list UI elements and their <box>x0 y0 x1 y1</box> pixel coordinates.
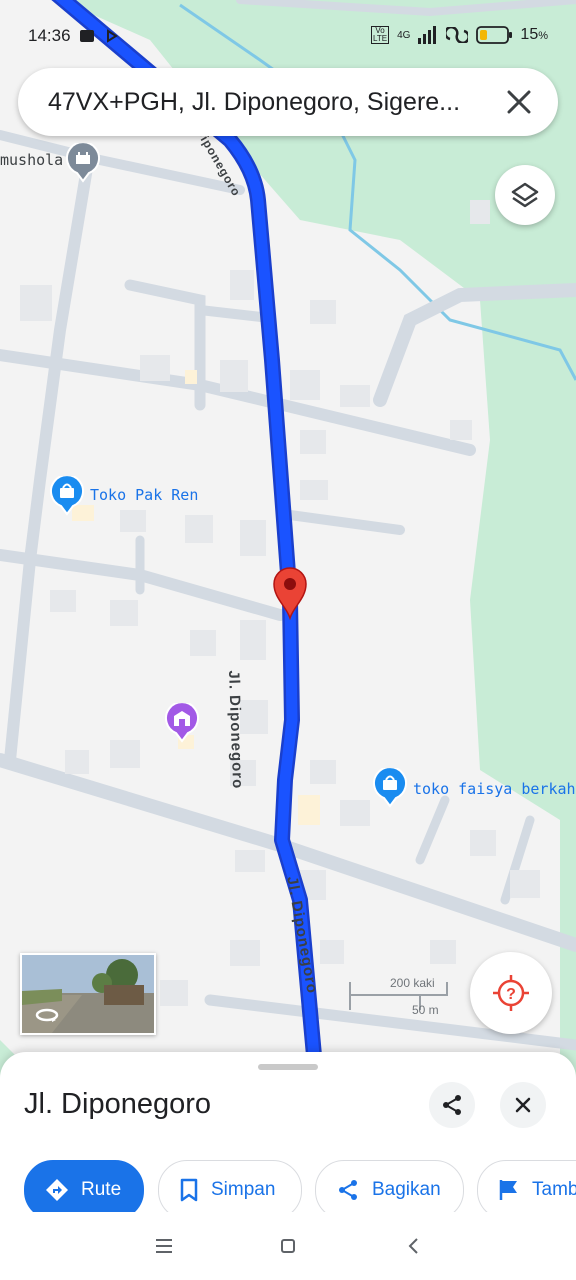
battery-icon <box>476 26 513 44</box>
place-label: toko faisya berkah <box>413 780 576 798</box>
back-chevron-icon <box>408 1238 418 1254</box>
search-query[interactable]: 47VX+PGH, Jl. Diponegoro, Sigere... <box>48 88 478 117</box>
place-mushola[interactable]: mushola <box>0 143 100 183</box>
store-icon <box>165 701 199 743</box>
system-nav-bar <box>0 1212 576 1280</box>
share-label: Bagikan <box>372 1179 441 1200</box>
home-button[interactable] <box>276 1234 300 1258</box>
bookmark-icon <box>180 1178 198 1202</box>
save-label: Simpan <box>211 1179 276 1200</box>
share-chip-button[interactable]: Bagikan <box>315 1160 464 1220</box>
scale-feet: 200 kaki <box>390 976 435 990</box>
recent-apps-button[interactable] <box>152 1234 176 1258</box>
action-chips: Rute Simpan Bagikan Tamb <box>24 1160 576 1220</box>
my-location-button[interactable]: ? <box>470 952 552 1034</box>
flag-icon <box>499 1180 517 1200</box>
shopping-bag-icon <box>373 768 407 808</box>
hotspot-icon <box>446 27 469 43</box>
search-bar[interactable]: 47VX+PGH, Jl. Diponegoro, Sigere... <box>18 68 558 136</box>
save-button[interactable]: Simpan <box>158 1160 302 1220</box>
close-icon[interactable] <box>502 85 536 119</box>
directions-button[interactable]: Rute <box>24 1160 144 1220</box>
back-button[interactable] <box>402 1234 426 1258</box>
status-indicators: Vo LTE 4G 15% <box>371 26 548 44</box>
scale-meters: 50 m <box>412 1003 439 1017</box>
status-bar: 14:36 Vo LTE 4G 15% <box>0 0 576 60</box>
place-store[interactable] <box>165 701 199 743</box>
layers-button[interactable] <box>495 165 555 225</box>
rotate-360-icon <box>35 1008 59 1022</box>
battery-level: 15% <box>520 26 548 43</box>
share-icon <box>443 1095 461 1115</box>
place-title: Jl. Diponegoro <box>24 1088 211 1120</box>
place-toko-pak-ren[interactable]: Toko Pak Ren <box>50 476 220 516</box>
add-label-button[interactable]: Tamb <box>477 1160 576 1220</box>
mosque-icon <box>66 143 100 183</box>
home-square-icon <box>281 1239 295 1253</box>
share-icon <box>339 1180 357 1200</box>
status-time: 14:36 <box>28 26 71 45</box>
layers-icon <box>511 182 539 208</box>
signal-icon <box>418 26 437 44</box>
notification-icon <box>80 29 118 43</box>
directions-icon <box>46 1179 68 1201</box>
directions-label: Rute <box>81 1179 122 1200</box>
shopping-bag-icon <box>50 476 84 516</box>
add-label-text: Tamb <box>532 1179 576 1200</box>
street-view-thumbnail[interactable] <box>20 953 156 1035</box>
place-toko-faisya-berkah[interactable]: toko faisya berkah <box>373 768 576 808</box>
drag-handle[interactable] <box>258 1064 318 1070</box>
menu-icon <box>156 1239 172 1253</box>
place-label: mushola <box>0 151 64 169</box>
network-type: 4G <box>397 29 411 41</box>
volte-icon: Vo LTE <box>371 26 390 44</box>
close-icon <box>515 1097 531 1113</box>
close-sheet-button[interactable] <box>500 1082 546 1128</box>
location-pin-icon[interactable] <box>270 566 310 620</box>
share-button[interactable] <box>429 1082 475 1128</box>
location-crosshair-icon: ? <box>493 975 529 1011</box>
place-label: Toko Pak Ren <box>90 486 199 504</box>
svg-text:?: ? <box>506 986 516 1003</box>
